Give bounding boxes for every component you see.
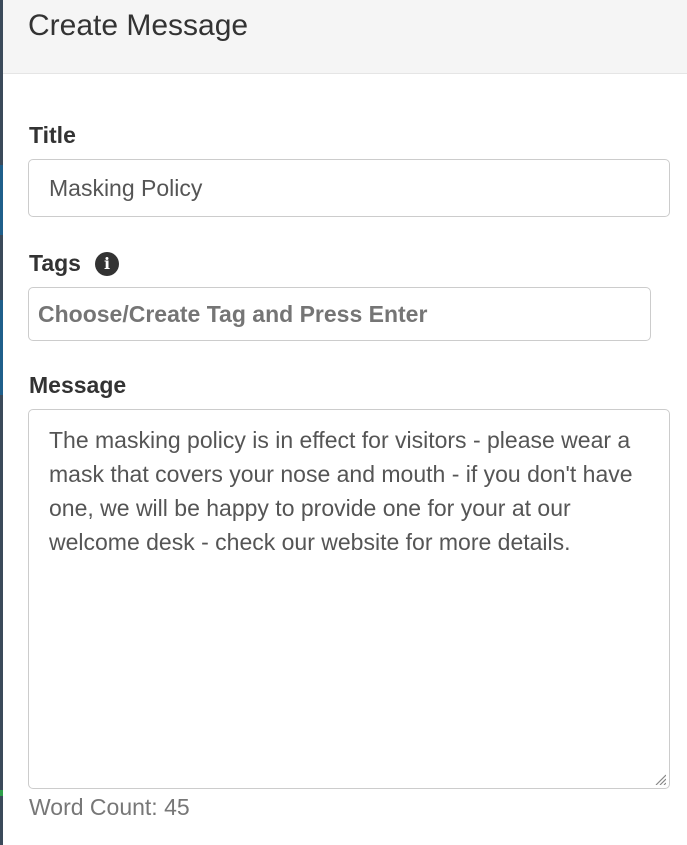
message-text: The masking policy is in effect for visi…: [49, 427, 633, 555]
resize-grip-icon[interactable]: [654, 773, 666, 785]
modal-header: Create Message: [3, 0, 687, 74]
create-message-modal: Create Message Title Tags i Message The …: [3, 0, 687, 845]
tags-label-row: Tags i: [29, 250, 119, 277]
title-input[interactable]: [28, 159, 670, 217]
modal-title: Create Message: [28, 9, 249, 42]
tags-input[interactable]: [28, 287, 651, 341]
tags-label: Tags: [29, 250, 81, 276]
message-label: Message: [29, 372, 127, 398]
title-label: Title: [29, 122, 76, 148]
info-circle-icon[interactable]: i: [94, 251, 119, 276]
message-textarea[interactable]: The masking policy is in effect for visi…: [28, 409, 670, 789]
word-count: Word Count: 45: [29, 794, 190, 820]
